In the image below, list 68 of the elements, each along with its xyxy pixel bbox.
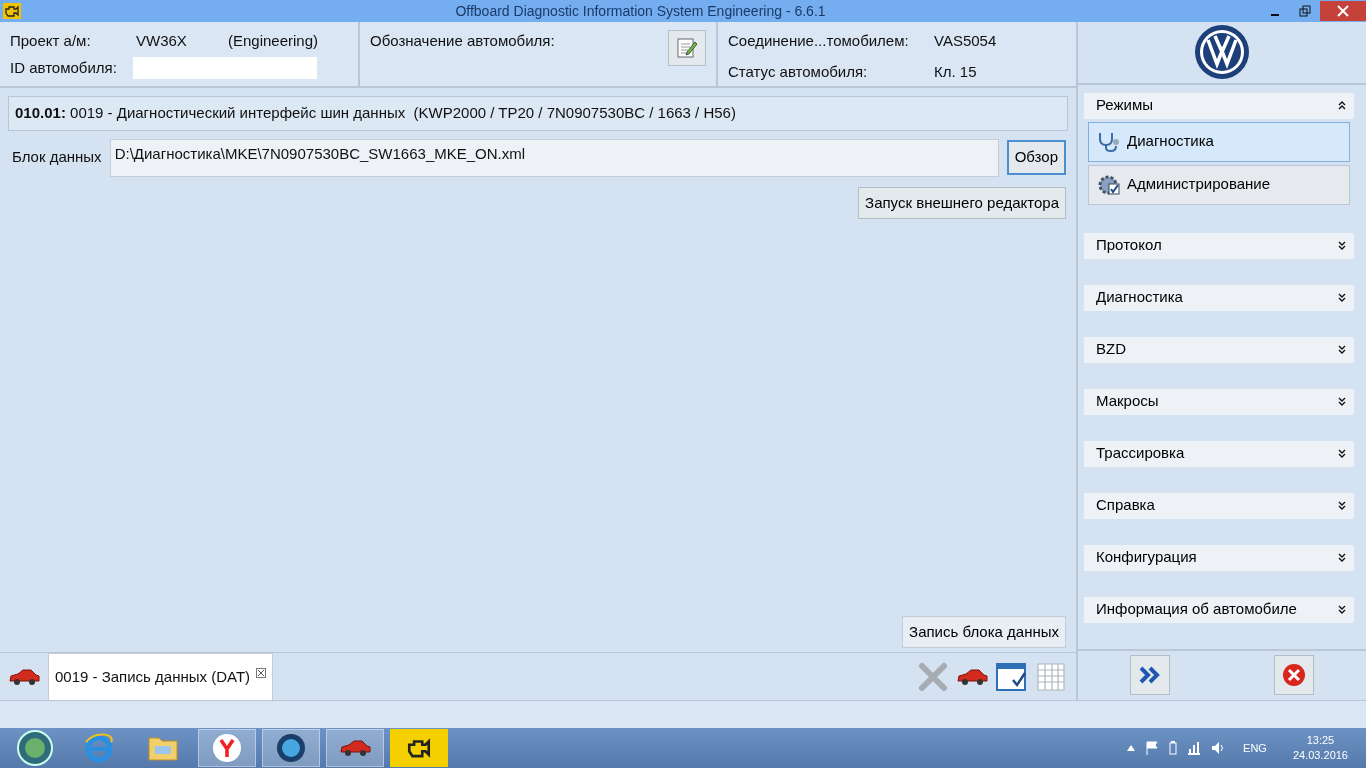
mode-item[interactable]: Диагностика [1088,121,1350,162]
cancel-icon [1282,663,1306,688]
engine-icon[interactable] [390,729,448,767]
notepad-pencil-icon [675,36,699,60]
vw-logo [1194,24,1250,81]
flag-icon[interactable] [1145,741,1160,755]
project-mode: (Engineering) [228,31,319,51]
car-icon[interactable] [326,729,384,767]
sidebar-section-header[interactable]: Режимы [1084,92,1354,119]
expand-chevron-icon [1338,345,1346,355]
close-icon [1337,5,1349,17]
expand-chevron-icon [1338,553,1346,563]
sidebar-section-header[interactable]: Справка [1084,492,1354,519]
globe-app-icon[interactable] [262,729,320,767]
battery-icon[interactable] [1169,741,1178,755]
expand-chevron-icon [1338,501,1346,511]
yandex-browser-icon[interactable] [198,729,256,767]
sidebar-section-header[interactable]: Макросы [1084,388,1354,415]
close-icon[interactable] [256,668,267,678]
language-indicator[interactable]: ENG [1243,739,1267,757]
sidebar-section-header[interactable]: Протокол [1084,232,1354,259]
expand-chevron-icon [1338,605,1346,615]
sidebar-section-header[interactable]: Информация об автомобиле [1084,596,1354,623]
sidebar-section-header[interactable]: Конфигурация [1084,544,1354,571]
expand-chevron-icon [1338,293,1346,303]
expand-chevron-icon [1338,449,1346,459]
sidebar-section-header[interactable]: BZD [1084,336,1354,363]
minimize-icon [1271,14,1279,16]
sidebar-section-header[interactable]: Трассировка [1084,440,1354,467]
gear-check-icon [1097,173,1121,196]
control-unit-title: 010.01: 0019 - Диагностический интерфейс шин данных (KWP2000 / TP20 / 7N0907530BC / 1663 / H56) [15,104,736,121]
forward-button[interactable] [1130,655,1170,696]
expand-chevron-icon [1338,397,1346,407]
checked-window-icon[interactable] [996,661,1028,692]
speaker-icon[interactable] [1211,741,1226,755]
close-button[interactable] [1320,1,1366,21]
app-engine-icon [3,3,21,19]
connection-label: Соединение...томобилем: [728,31,910,51]
data-block-path-field[interactable]: D:\Диагностика\MKE\7N0907530BC_SW1663_MKE_ON.xml [109,138,999,177]
car-icon[interactable] [956,666,988,687]
browse-button[interactable]: Обзор [1006,140,1066,175]
vehicle-id-label: ID автомобиля: [10,57,118,78]
data-block-label: Блок данных [12,147,102,168]
status-label: Статус автомобиля: [728,61,869,82]
collapse-chevron-icon [1338,101,1346,111]
stethoscope-icon [1097,130,1121,153]
document-tab[interactable]: 0019 - Запись данных (DAT) [48,653,274,700]
restore-icon [1299,5,1311,17]
write-data-block-button[interactable]: Запись блока данных [902,615,1066,648]
double-chevron-right-icon [1138,665,1162,686]
window-title: Offboard Diagnostic Information System Engineering - 6.6.1 [454,1,827,21]
network-icon[interactable] [1187,741,1202,755]
mode-item[interactable]: Администрирование [1088,164,1350,205]
cancel-button[interactable] [1274,655,1314,696]
car-icon [8,667,40,686]
status-value: Кл. 15 [934,61,977,82]
clock-time[interactable]: 13:25 [1306,732,1335,748]
expand-chevron-icon [1338,241,1346,251]
project-label: Проект а/м: [10,31,92,51]
connection-value: VAS5054 [934,31,997,51]
clock-date[interactable]: 24.03.2016 [1292,748,1348,764]
vehicle-id-field[interactable] [133,56,317,79]
up-arrow-icon[interactable] [1127,745,1136,751]
external-editor-button[interactable]: Запуск внешнего редактора [858,186,1066,219]
designation-label: Обозначение автомобиля: [370,31,555,51]
sidebar-section-header[interactable]: Диагностика [1084,284,1354,311]
notepad-edit-button[interactable] [668,30,706,66]
project-value: VW36X [136,31,188,51]
